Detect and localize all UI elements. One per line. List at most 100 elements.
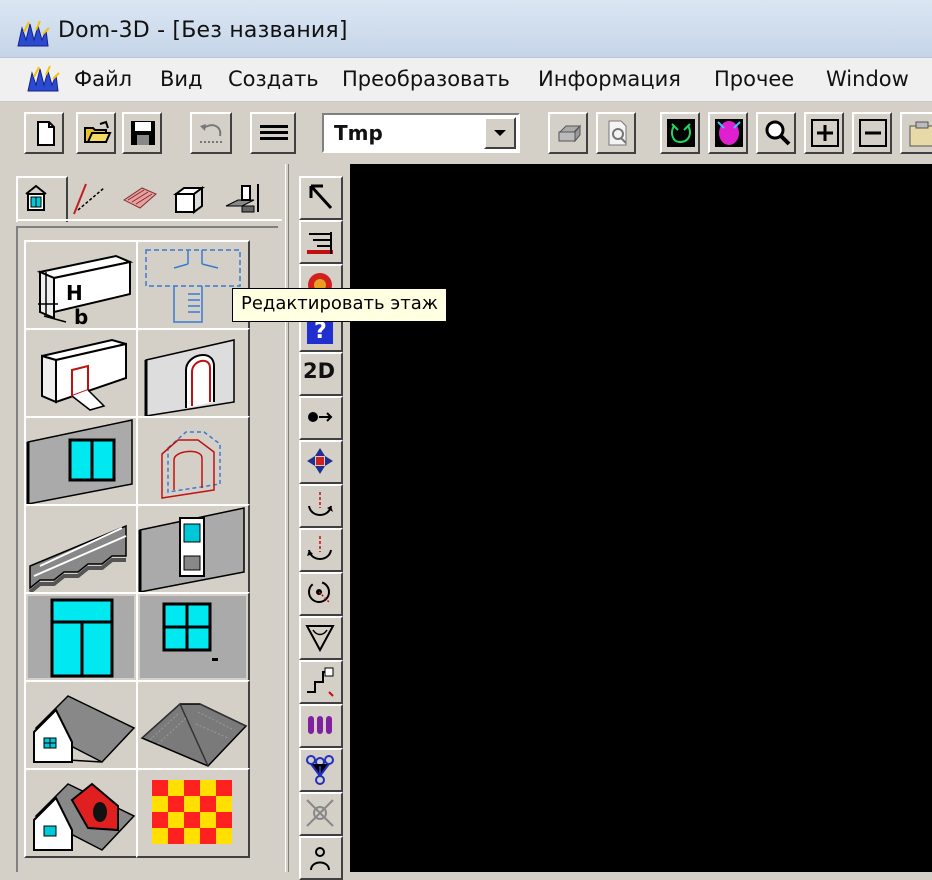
menu-other[interactable]: Прочее <box>714 67 794 91</box>
vertical-toolbar: ? 2D <box>288 164 348 880</box>
rotate-y-icon <box>307 536 332 560</box>
layer-select-value: Tmp <box>334 121 383 145</box>
stairs-tool-icon <box>28 524 127 592</box>
wall-opening-tool[interactable] <box>24 328 138 418</box>
rotate-x-icon <box>308 492 333 516</box>
move-point-button[interactable] <box>299 396 343 440</box>
door-tool-icon <box>138 507 245 592</box>
viewport-canvas[interactable] <box>350 164 932 872</box>
niche-tool[interactable] <box>136 416 250 506</box>
menu-bar: Файл Вид Создать Преобразовать Информаци… <box>0 58 932 102</box>
pan-arrows-icon <box>307 448 333 474</box>
window-tool-icon <box>26 419 133 504</box>
french-window-tool-icon <box>28 596 134 678</box>
tab-lines[interactable] <box>70 178 118 220</box>
menu-view[interactable]: Вид <box>160 67 203 91</box>
arch-tool[interactable] <box>136 328 250 418</box>
line-style-button[interactable] <box>250 112 296 154</box>
rotate-z-icon <box>308 581 330 603</box>
tools-tab-strip <box>16 176 282 222</box>
sun-lamp-button[interactable] <box>299 836 343 880</box>
checker-pattern-tool-icon <box>152 780 232 844</box>
select-pointer-button[interactable] <box>299 176 343 220</box>
line-tab-icon <box>73 183 105 215</box>
tab-divider <box>16 219 282 221</box>
system-menu-icon[interactable] <box>26 65 60 95</box>
rotate-x-button[interactable] <box>299 484 343 528</box>
four-pane-window-tool[interactable] <box>136 592 250 682</box>
wall-tool-icon: H b <box>36 254 134 328</box>
camera-path-button[interactable] <box>299 660 343 704</box>
title-bar[interactable]: Dom-3D - [Без названия] <box>0 0 932 58</box>
gable-roof-tool[interactable] <box>24 680 138 770</box>
stairs-tool[interactable] <box>24 504 138 594</box>
render-wire-button[interactable] <box>660 112 700 154</box>
print-button[interactable] <box>548 112 588 154</box>
perspective-button[interactable] <box>299 616 343 660</box>
save-button[interactable] <box>122 112 162 154</box>
tab-furniture[interactable] <box>220 178 268 220</box>
rotate-z-button[interactable] <box>299 572 343 616</box>
rotate-y-button[interactable] <box>299 528 343 572</box>
window-title: Dom-3D - [Без названия] <box>58 18 348 43</box>
view-2d-button[interactable]: 2D <box>299 352 343 396</box>
view-2d-label: 2D <box>302 359 336 383</box>
arrow-pointer-icon <box>309 184 333 210</box>
window-tool[interactable] <box>24 416 138 506</box>
menu-create[interactable]: Создать <box>228 67 319 91</box>
columns-button[interactable] <box>299 704 343 748</box>
menu-info[interactable]: Информация <box>538 67 681 91</box>
checker-pattern-tool[interactable] <box>136 768 250 858</box>
dormer-roof-tool-icon <box>33 782 136 851</box>
zoom-in-button[interactable] <box>804 112 844 154</box>
open-button[interactable] <box>76 112 116 154</box>
zoom-out-button[interactable] <box>852 112 892 154</box>
french-window-tool[interactable] <box>24 592 138 682</box>
app-logo-icon <box>16 20 50 50</box>
layers-icon <box>307 232 333 254</box>
tab-roof[interactable] <box>120 178 168 220</box>
four-pane-window-tool-icon <box>140 596 246 678</box>
render-solid-button[interactable] <box>708 112 748 154</box>
dropdown-arrow-button[interactable] <box>484 117 516 149</box>
tree-button[interactable] <box>299 748 343 792</box>
wall-opening-tool-icon <box>41 338 127 411</box>
menu-window[interactable]: Window <box>826 67 909 91</box>
door-tool[interactable] <box>136 504 250 594</box>
hip-roof-tool[interactable] <box>136 680 250 770</box>
print-preview-button[interactable] <box>596 112 636 154</box>
tree-structure-icon <box>306 755 334 785</box>
layers-button[interactable] <box>299 220 343 264</box>
wall-tool[interactable]: H b <box>24 240 138 330</box>
furniture-tab-icon <box>225 184 259 213</box>
house-tab-icon <box>25 184 47 211</box>
hip-roof-tool-icon <box>140 702 248 767</box>
new-file-button[interactable] <box>24 112 64 154</box>
svg-text:H: H <box>66 281 83 305</box>
zoom-button[interactable] <box>756 112 796 154</box>
tab-house[interactable] <box>18 178 66 220</box>
lamp-icon <box>310 847 330 871</box>
tab-box[interactable] <box>170 178 218 220</box>
paste-button[interactable] <box>900 112 932 154</box>
layer-select[interactable]: Tmp <box>322 113 520 153</box>
niche-tool-icon <box>161 431 221 499</box>
perspective-icon <box>305 625 335 653</box>
columns-icon <box>308 716 332 734</box>
undo-button[interactable] <box>190 112 232 154</box>
tool-tiles-frame: H b <box>16 226 278 872</box>
move-point-icon <box>308 412 333 422</box>
roof-tab-icon <box>123 187 157 209</box>
menu-transform[interactable]: Преобразовать <box>342 67 510 91</box>
menu-file[interactable]: Файл <box>74 67 132 91</box>
tooltip: Редактировать этаж <box>232 288 447 322</box>
svg-text:b: b <box>74 305 88 328</box>
dormer-roof-tool[interactable] <box>24 768 138 858</box>
camera-path-icon <box>307 667 334 697</box>
svg-text:?: ? <box>314 319 327 344</box>
pan-button[interactable] <box>299 440 343 484</box>
disabled-tool-button[interactable] <box>299 792 343 836</box>
gable-roof-tool-icon <box>33 695 136 763</box>
chevron-down-icon <box>494 130 506 136</box>
crossed-tool-icon <box>306 799 334 827</box>
